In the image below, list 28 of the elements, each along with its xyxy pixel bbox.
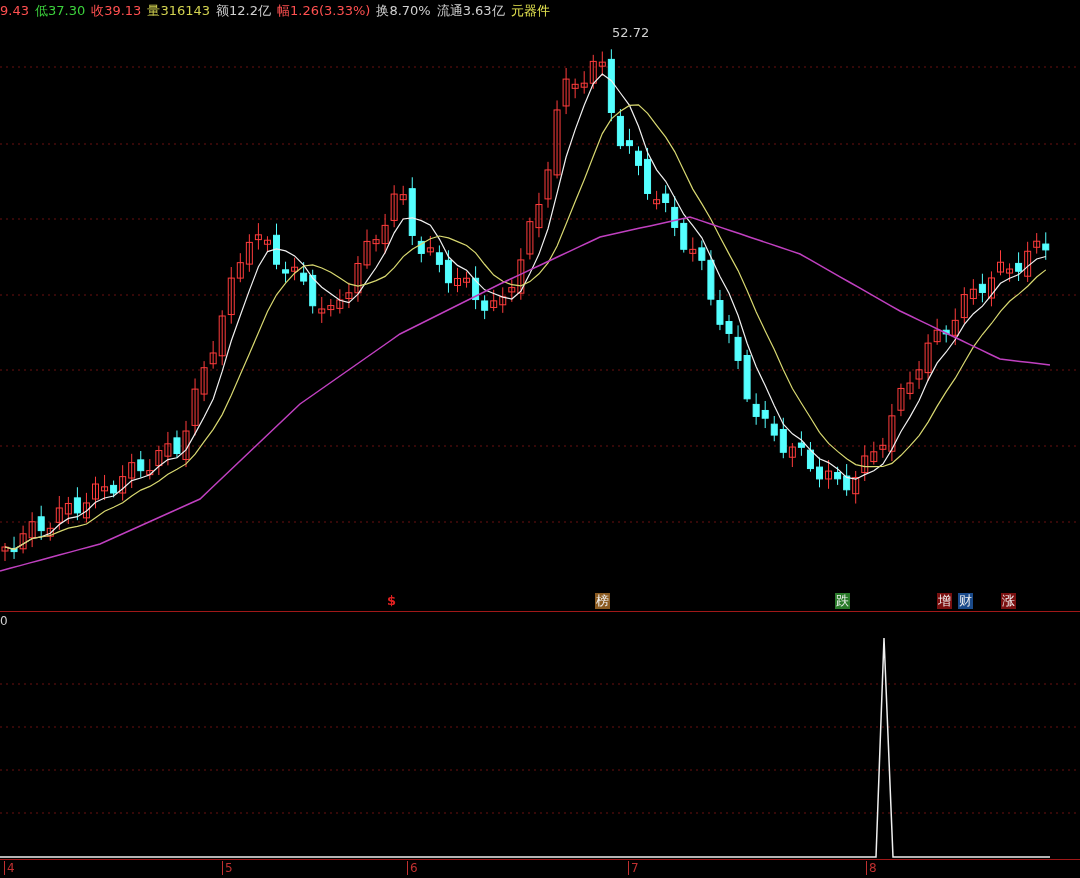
signal-marker: 涨 xyxy=(1001,593,1016,610)
month-label: 4 xyxy=(4,861,15,876)
candlestick xyxy=(997,250,1004,277)
candlestick xyxy=(273,223,280,271)
month-label: 8 xyxy=(866,861,877,876)
candlestick xyxy=(816,457,823,489)
quote-value: 低37.30 xyxy=(34,1,86,20)
month-label: 6 xyxy=(407,861,418,876)
quote-value: 收39.13 xyxy=(91,1,142,20)
signal-marker: 财 xyxy=(958,593,973,610)
high-price-label: 52.72 xyxy=(612,25,650,41)
candlestick xyxy=(635,146,642,177)
signal-marker: 增 xyxy=(937,593,952,610)
signal-marker: 跌 xyxy=(835,593,850,610)
signal-marker: $ xyxy=(386,593,398,610)
quote-value: 元器件 xyxy=(510,1,550,20)
quote-value: 量316143 xyxy=(147,1,211,20)
month-label: 5 xyxy=(222,861,233,876)
month-label: 7 xyxy=(628,861,639,876)
quote-value: 9.43 xyxy=(0,3,29,19)
axis-label: 0 xyxy=(0,614,8,629)
quote-value: 额12.2亿 xyxy=(216,1,271,20)
quote-value: 流通3.63亿 xyxy=(436,1,505,20)
candlestick xyxy=(454,267,461,294)
signal-marker: 榜 xyxy=(595,593,610,610)
quote-value: 换8.70% xyxy=(376,1,431,20)
quote-value: 幅1.26(3.33%) xyxy=(277,1,371,20)
candlestick xyxy=(92,476,99,510)
